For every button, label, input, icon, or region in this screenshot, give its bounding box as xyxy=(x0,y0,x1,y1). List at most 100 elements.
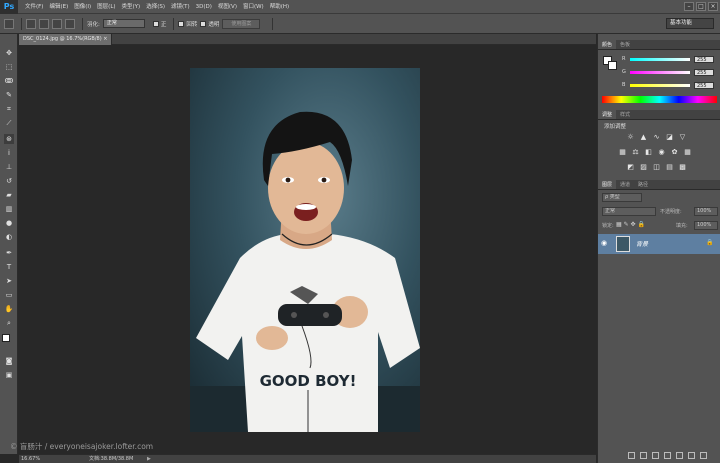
intersect-selection-icon[interactable] xyxy=(65,18,75,29)
add-selection-icon[interactable] xyxy=(39,18,49,29)
pen-tool-icon[interactable]: ✒ xyxy=(4,248,14,258)
option2-checkbox[interactable] xyxy=(178,20,185,27)
tab-styles[interactable]: 样式 xyxy=(616,110,634,119)
red-value[interactable]: 255 xyxy=(694,56,714,63)
red-slider[interactable]: R 255 xyxy=(622,56,718,64)
tab-swatches[interactable]: 色板 xyxy=(616,40,634,49)
menu-3d[interactable]: 3D(D) xyxy=(193,0,215,14)
screen-mode-icon[interactable]: ▣ xyxy=(4,370,14,380)
menu-file[interactable]: 文件(F) xyxy=(22,0,46,14)
levels-icon[interactable]: ▲ xyxy=(639,133,648,141)
color-spectrum-bar[interactable] xyxy=(602,96,717,103)
option3-checkbox[interactable] xyxy=(200,20,207,27)
new-group-icon[interactable] xyxy=(676,452,683,459)
color-balance-icon[interactable]: ⚖ xyxy=(631,148,640,156)
selective-color-icon[interactable]: ▩ xyxy=(678,163,687,171)
document-tab[interactable]: DSC_0124.jpg @ 16.7%(RGB/8) × xyxy=(19,34,113,45)
marquee-tool-icon[interactable]: ⬚ xyxy=(4,62,14,72)
move-tool-icon[interactable]: ✥ xyxy=(4,48,14,58)
eye-icon[interactable]: ◉ xyxy=(601,239,607,247)
blue-value[interactable]: 255 xyxy=(694,82,714,89)
shape-tool-icon[interactable]: ▭ xyxy=(4,290,14,300)
use-pattern-button[interactable]: 使用图案 xyxy=(222,18,261,29)
layer-name[interactable]: 背景 xyxy=(636,239,648,248)
history-brush-tool-icon[interactable]: ↺ xyxy=(4,176,14,186)
vibrance-icon[interactable]: ▽ xyxy=(678,133,687,141)
tab-layers[interactable]: 图层 xyxy=(598,180,617,189)
curves-icon[interactable]: ∿ xyxy=(652,133,661,141)
hue-icon[interactable]: ▦ xyxy=(618,148,627,156)
fill-input[interactable]: 100% xyxy=(694,221,718,230)
green-value[interactable]: 255 xyxy=(694,69,714,76)
hand-tool-icon[interactable]: ✋ xyxy=(4,304,14,314)
black-white-icon[interactable]: ◧ xyxy=(644,148,653,156)
delete-layer-icon[interactable] xyxy=(700,452,707,459)
menu-window[interactable]: 窗口(W) xyxy=(240,0,267,14)
zoom-level[interactable]: 16.67% xyxy=(21,455,40,463)
foreground-color-swatch[interactable] xyxy=(2,334,10,342)
tab-color[interactable]: 颜色 xyxy=(598,40,617,49)
blend-mode-select[interactable]: 正常 xyxy=(602,207,656,216)
status-menu-arrow-icon[interactable]: ▶ xyxy=(147,455,151,463)
menu-help[interactable]: 帮助(H) xyxy=(267,0,292,14)
mode-select[interactable]: 正常 xyxy=(102,19,145,28)
red-track[interactable] xyxy=(630,58,690,61)
background-color-chip[interactable] xyxy=(608,61,617,70)
add-mask-icon[interactable] xyxy=(652,452,659,459)
spot-healing-tool-icon[interactable]: ⊛ xyxy=(4,134,14,144)
menu-filter[interactable]: 滤镜(T) xyxy=(168,0,193,14)
brightness-icon[interactable]: ☼ xyxy=(626,133,635,141)
close-tab-icon[interactable]: × xyxy=(103,36,107,42)
quick-mask-icon[interactable]: ◙ xyxy=(4,356,14,366)
blue-slider[interactable]: B 255 xyxy=(622,82,718,90)
new-layer-icon[interactable] xyxy=(688,452,695,459)
threshold-icon[interactable]: ◫ xyxy=(652,163,661,171)
option1-checkbox[interactable] xyxy=(152,20,159,27)
color-lookup-icon[interactable]: ▦ xyxy=(683,148,692,156)
tab-paths[interactable]: 路径 xyxy=(634,180,652,189)
menu-edit[interactable]: 编辑(E) xyxy=(46,0,71,14)
path-select-tool-icon[interactable]: ➤ xyxy=(4,276,14,286)
type-tool-icon[interactable]: T xyxy=(4,262,14,272)
menu-image[interactable]: 图像(I) xyxy=(71,0,94,14)
gradient-tool-icon[interactable]: ▥ xyxy=(4,204,14,214)
subtract-selection-icon[interactable] xyxy=(52,18,62,29)
green-slider[interactable]: G 255 xyxy=(622,69,718,77)
layer-row-background[interactable]: ◉ 背景 🔒 xyxy=(598,234,720,254)
zoom-tool-icon[interactable]: ⌕ xyxy=(4,318,14,328)
menu-layer[interactable]: 图层(L) xyxy=(94,0,118,14)
green-track[interactable] xyxy=(630,71,690,74)
tool-preset-icon[interactable] xyxy=(4,18,14,29)
invert-icon[interactable]: ◩ xyxy=(626,163,635,171)
eraser-tool-icon[interactable]: ▰ xyxy=(4,190,14,200)
new-adjustment-icon[interactable] xyxy=(664,452,671,459)
tab-channels[interactable]: 通道 xyxy=(616,180,634,189)
eyedropper-tool-icon[interactable]: ⟋ xyxy=(4,118,14,128)
layer-filter-select[interactable]: ρ 类型 xyxy=(602,193,642,202)
blur-tool-icon[interactable]: ● xyxy=(4,218,14,228)
maximize-button[interactable]: □ xyxy=(696,2,706,11)
photo-canvas[interactable]: GOOD BOY! xyxy=(190,68,420,432)
crop-tool-icon[interactable]: ⌗ xyxy=(4,104,14,114)
blue-track[interactable] xyxy=(630,84,690,87)
layer-style-icon[interactable] xyxy=(640,452,647,459)
menu-type[interactable]: 类型(Y) xyxy=(119,0,144,14)
workspace-select[interactable]: 基本功能 xyxy=(666,18,714,29)
minimize-button[interactable]: – xyxy=(684,2,694,11)
menu-select[interactable]: 选择(S) xyxy=(143,0,168,14)
exposure-icon[interactable]: ◪ xyxy=(665,133,674,141)
gradient-map-icon[interactable]: ▤ xyxy=(665,163,674,171)
stamp-tool-icon[interactable]: ⊥ xyxy=(4,162,14,172)
close-window-button[interactable]: × xyxy=(708,2,718,11)
lasso-tool-icon[interactable]: ↂ xyxy=(4,76,14,86)
dodge-tool-icon[interactable]: ◐ xyxy=(4,232,14,242)
new-selection-icon[interactable] xyxy=(26,18,36,29)
menu-view[interactable]: 视图(V) xyxy=(215,0,240,14)
posterize-icon[interactable]: ▨ xyxy=(639,163,648,171)
brush-tool-icon[interactable]: ⅰ xyxy=(4,148,14,158)
link-layers-icon[interactable] xyxy=(628,452,635,459)
photo-filter-icon[interactable]: ◉ xyxy=(657,148,666,156)
channel-mixer-icon[interactable]: ✿ xyxy=(670,148,679,156)
quick-select-tool-icon[interactable]: ✎ xyxy=(4,90,14,100)
lock-icons[interactable]: ▦ ✎ ✥ 🔒 xyxy=(616,221,645,228)
